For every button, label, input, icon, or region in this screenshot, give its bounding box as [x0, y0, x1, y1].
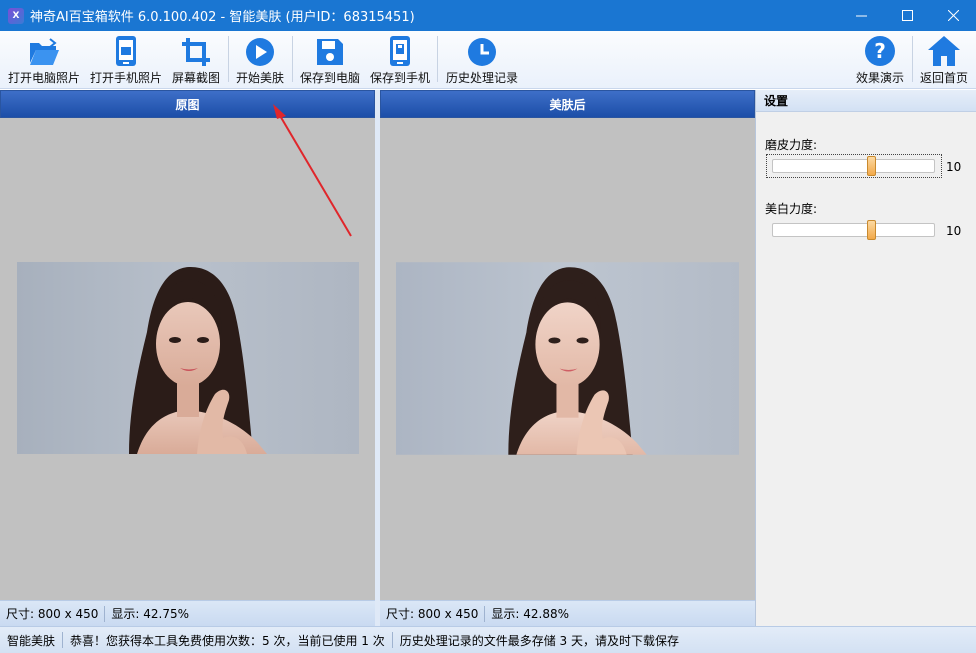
toolbar-divider [228, 36, 229, 82]
toolbar-divider [437, 36, 438, 82]
whiten-slider-thumb[interactable] [867, 220, 876, 240]
portrait-photo-icon [17, 262, 359, 454]
beautified-image-panel: 美肤后 尺寸: 800 x 450 显示: 42.88% [380, 90, 755, 626]
beautified-size-text: 尺寸: 800 x 450 [386, 607, 479, 621]
home-button[interactable]: 返回首页 [916, 31, 972, 89]
open-phone-photo-label: 打开手机照片 [89, 71, 162, 85]
phone-save-icon [390, 36, 410, 66]
minimize-icon [855, 15, 867, 17]
folder-open-icon [30, 38, 59, 65]
phone-icon [116, 36, 136, 66]
settings-header: 设置 [756, 90, 976, 112]
demo-label: 效果演示 [855, 71, 904, 85]
window-title: 神奇AI百宝箱软件 6.0.100.402 - 智能美肤 (用户ID：68315… [30, 10, 415, 25]
status-bar: 智能美肤 恭喜！您获得本工具免费使用次数：5 次，当前已使用 1 次 历史处理记… [0, 626, 976, 653]
home-label: 返回首页 [919, 71, 968, 85]
original-zoom-text: 显示: 42.75% [111, 607, 190, 621]
smooth-strength-value: 10 [946, 160, 962, 174]
save-disk-icon [317, 39, 343, 65]
screenshot-button[interactable]: 屏幕截图 [168, 31, 224, 89]
smooth-strength-label: 磨皮力度: [765, 138, 818, 152]
toolbar-divider [292, 36, 293, 82]
settings-panel: 设置 磨皮力度: 10 美白力度: 10 [755, 90, 976, 626]
save-to-phone-label: 保存到手机 [369, 71, 430, 85]
original-image-panel: 原图 尺寸: 800 x 450 显示: 42.75% [0, 90, 375, 626]
beautified-panel-status: 尺寸: 800 x 450 显示: 42.88% [380, 600, 755, 626]
crop-icon [182, 38, 210, 66]
toolbar-divider [912, 36, 913, 82]
history-button[interactable]: 历史处理记录 [442, 31, 522, 89]
screenshot-label: 屏幕截图 [171, 71, 220, 85]
clock-icon [468, 38, 496, 66]
minimize-button[interactable] [838, 0, 884, 31]
beautified-zoom-text: 显示: 42.88% [491, 607, 570, 621]
beautified-photo[interactable] [396, 262, 739, 458]
beautified-panel-header: 美肤后 [380, 90, 755, 118]
save-to-pc-label: 保存到电脑 [299, 71, 360, 85]
maximize-button[interactable] [884, 0, 930, 31]
original-panel-status: 尺寸: 800 x 450 显示: 42.75% [0, 600, 375, 626]
open-phone-photo-button[interactable]: 打开手机照片 [88, 31, 164, 89]
start-beautify-label: 开始美肤 [235, 71, 284, 85]
title-bar: X 神奇AI百宝箱软件 6.0.100.402 - 智能美肤 (用户ID：683… [0, 0, 976, 31]
whiten-strength-slider[interactable] [772, 220, 935, 240]
status-history-notice: 历史处理记录的文件最多存储 3 天，请及时下载保存 [399, 633, 680, 648]
original-size-text: 尺寸: 800 x 450 [6, 607, 99, 621]
status-module-name: 智能美肤 [7, 633, 56, 648]
history-label: 历史处理记录 [445, 71, 518, 85]
portrait-photo-icon [396, 262, 739, 455]
close-button[interactable] [930, 0, 976, 31]
save-to-pc-button[interactable]: 保存到电脑 [298, 31, 362, 89]
smooth-strength-slider[interactable] [772, 156, 935, 176]
open-pc-photo-button[interactable]: 打开电脑照片 [6, 31, 82, 89]
app-logo-icon: X [8, 7, 24, 24]
whiten-strength-label: 美白力度: [765, 202, 818, 216]
toolbar: 打开电脑照片 打开手机照片 屏幕截图 开始美肤 保存到电脑 保存到手机 历史处理… [0, 31, 976, 89]
demo-button[interactable]: ? 效果演示 [852, 31, 908, 89]
original-panel-header: 原图 [0, 90, 375, 118]
smooth-slider-thumb[interactable] [867, 156, 876, 176]
whiten-strength-value: 10 [946, 224, 962, 238]
help-icon: ? [865, 36, 895, 66]
maximize-icon [901, 10, 913, 21]
play-icon [246, 38, 274, 66]
original-photo[interactable] [17, 262, 359, 457]
home-icon [928, 36, 960, 66]
close-icon [947, 10, 959, 21]
open-pc-photo-label: 打开电脑照片 [7, 71, 80, 85]
save-to-phone-button[interactable]: 保存到手机 [368, 31, 432, 89]
svg-text:?: ? [874, 39, 886, 63]
status-usage-notice: 恭喜！您获得本工具免费使用次数：5 次，当前已使用 1 次 [70, 633, 385, 648]
start-beautify-button[interactable]: 开始美肤 [232, 31, 288, 89]
